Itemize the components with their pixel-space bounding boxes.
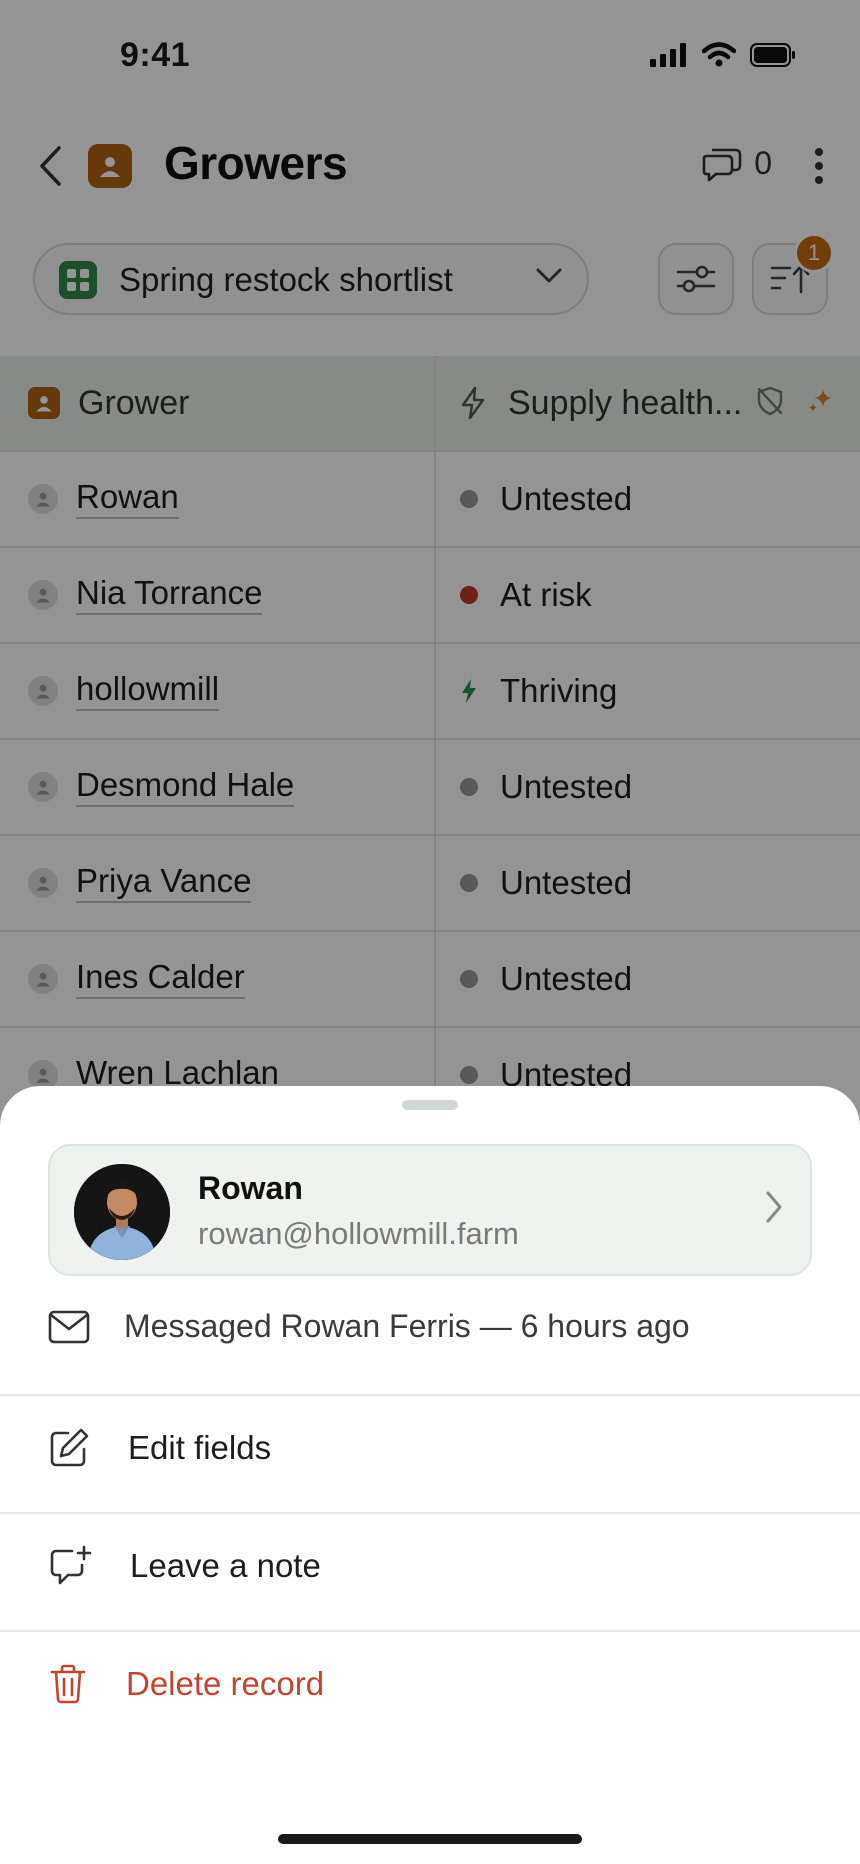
profile-card[interactable]: Rowan rowan@hollowmill.farm — [48, 1144, 812, 1276]
action-label: Edit fields — [128, 1429, 272, 1466]
mail-icon — [48, 1310, 90, 1343]
trash-icon — [50, 1664, 86, 1704]
profile-name: Rowan — [198, 1170, 303, 1206]
home-indicator[interactable] — [278, 1834, 582, 1844]
delete-record-action[interactable]: Delete record — [48, 1636, 812, 1732]
last-activity: Messaged Rowan Ferris — 6 hours ago — [48, 1308, 690, 1345]
edit-icon — [50, 1428, 89, 1467]
profile-email: rowan@hollowmill.farm — [198, 1216, 519, 1251]
divider — [0, 1630, 860, 1632]
chevron-right-icon — [766, 1191, 782, 1223]
action-label: Leave a note — [130, 1547, 321, 1584]
divider — [0, 1512, 860, 1514]
record-action-sheet: Rowan rowan@hollowmill.farm Messaged Row… — [0, 1086, 860, 1864]
app-screen: 9:41 Growers 0 Spring restock shortlist … — [0, 0, 860, 1864]
avatar — [74, 1164, 170, 1260]
activity-text: Messaged Rowan Ferris — 6 hours ago — [124, 1308, 690, 1344]
action-label: Delete record — [126, 1665, 325, 1702]
sheet-grabber[interactable] — [402, 1100, 458, 1110]
edit-fields-action[interactable]: Edit fields — [48, 1400, 812, 1496]
add-comment-icon — [50, 1545, 92, 1585]
divider — [0, 1394, 860, 1396]
leave-note-action[interactable]: Leave a note — [48, 1518, 812, 1614]
